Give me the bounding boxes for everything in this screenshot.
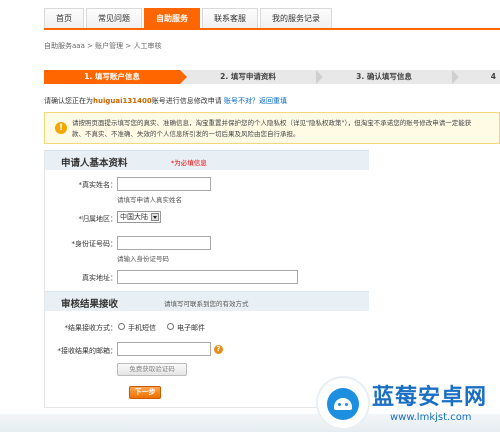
- account-confirm-line: 请确认您正在为huiguai131400账号进行信息修改申请 账号不对？返回重填: [44, 96, 287, 106]
- account-name: huiguai131400: [93, 97, 152, 105]
- result-section-title: 审核结果接收: [61, 299, 119, 310]
- step-progress: 1. 填写账户信息 2. 填写申请资料 3. 确认填写信息 4: [44, 70, 500, 84]
- next-step-button[interactable]: 下一步: [129, 386, 161, 399]
- sms-radio[interactable]: [118, 323, 125, 330]
- email-label: *接收结果的邮箱：: [57, 347, 118, 355]
- result-section-header: 审核结果接收 请填写可联系到您的有效方式: [45, 291, 369, 311]
- breadcrumb: 自助服务aaa > 账户管理 > 人工审核: [44, 42, 162, 50]
- result-section-note: 请填写可联系到您的有效方式: [164, 300, 249, 308]
- alert-line-1: 请按照页面提示填写您的真实、准确信息，淘宝重置并保护您的个人隐私权（详见"隐私权…: [72, 119, 472, 127]
- address-input[interactable]: [117, 270, 298, 284]
- real-name-label: *真实姓名：: [78, 181, 118, 189]
- android-robot-icon: [318, 378, 368, 428]
- real-name-hint: 请填写申请人真实姓名: [117, 196, 182, 204]
- tab-contact-support[interactable]: 联系客服: [202, 8, 258, 28]
- receive-method-label: *结果接收方式：: [64, 324, 118, 332]
- tab-faq[interactable]: 常见问题: [86, 8, 142, 28]
- step-4: 4: [452, 70, 500, 84]
- notice-suffix: 账号进行信息修改申请: [151, 97, 222, 105]
- help-icon[interactable]: ?: [214, 345, 223, 354]
- applicant-section-header: 申请人基本资料 *为必填信息: [45, 150, 369, 170]
- address-label: 真实地址：: [82, 274, 117, 282]
- step-2: 2. 填写申请资料: [180, 70, 323, 84]
- region-value: 中国大陆: [120, 213, 148, 221]
- id-number-label: *身份证号码：: [71, 240, 118, 248]
- alert-line-2: 款、不真实、不准确、失效的个人信息所引发的一切后果及风险由您自行承担。: [72, 130, 300, 138]
- id-number-hint: 请输入身份证号码: [117, 255, 169, 263]
- region-select[interactable]: 中国大陆: [117, 211, 161, 223]
- watermark-name: 蓝莓安卓网: [372, 385, 488, 410]
- step-3: 3. 确认填写信息: [316, 70, 459, 84]
- real-name-input[interactable]: [117, 177, 211, 191]
- alert-text: 请按照页面提示填写您的真实、准确信息，淘宝重置并保护您的个人隐私权（详见"隐私权…: [72, 118, 500, 140]
- form-panel: 申请人基本资料 *为必填信息 *真实姓名： 请填写申请人真实姓名 *归属地区： …: [44, 150, 369, 408]
- tab-service-records[interactable]: 我的服务记录: [260, 8, 332, 28]
- get-code-button[interactable]: 免费获取验证码: [117, 363, 187, 376]
- tab-self-service[interactable]: 自助服务: [144, 8, 200, 28]
- chevron-down-icon[interactable]: [151, 213, 159, 221]
- tab-home[interactable]: 首页: [44, 8, 84, 28]
- watermark-url: www.lmkjst.com: [390, 412, 472, 423]
- refill-link[interactable]: 账号不对？返回重填: [224, 97, 287, 105]
- email-option-label[interactable]: 电子邮件: [177, 323, 205, 333]
- id-number-input[interactable]: [117, 236, 211, 250]
- notice-prefix: 请确认您正在为: [44, 97, 93, 105]
- region-label: *归属地区：: [78, 215, 118, 223]
- email-radio[interactable]: [167, 323, 174, 330]
- sms-option-label[interactable]: 手机短信: [128, 323, 156, 333]
- step-1-active: 1. 填写账户信息: [44, 70, 187, 84]
- top-nav: 首页 常见问题 自助服务 联系客服 我的服务记录: [44, 8, 500, 30]
- required-note: *为必填信息: [171, 159, 207, 167]
- exclamation-icon: !: [55, 122, 67, 134]
- email-input[interactable]: [117, 342, 211, 356]
- watermark-logo: 蓝莓安卓网 www.lmkjst.com: [318, 376, 500, 432]
- applicant-section-title: 申请人基本资料: [61, 158, 128, 169]
- privacy-alert: ! 请按照页面提示填写您的真实、准确信息，淘宝重置并保护您的个人隐私权（详见"隐…: [44, 112, 500, 144]
